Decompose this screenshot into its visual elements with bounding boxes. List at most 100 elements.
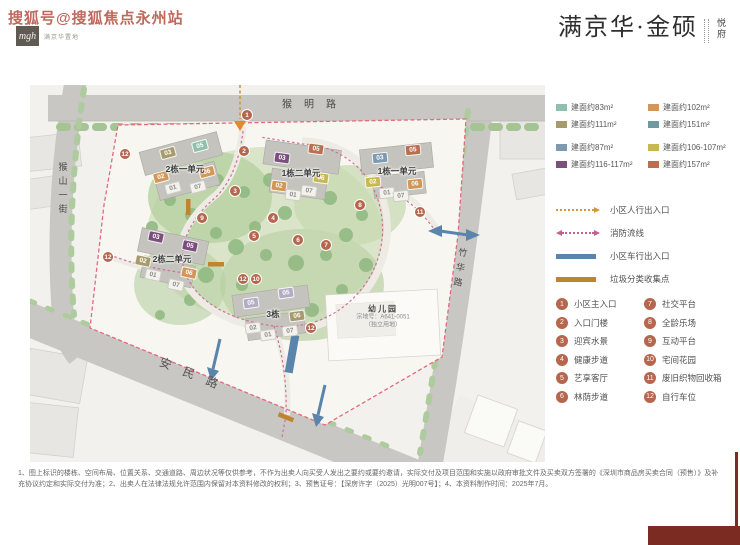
area-legend-label: 建面约111m²: [571, 119, 617, 130]
poi-item: 10 宅间花园: [644, 354, 738, 366]
route-legend-item: 垃圾分类收集点: [556, 274, 738, 284]
map-marker: 8: [354, 199, 366, 211]
unit-chip: 02: [364, 176, 381, 189]
area-legend-item: 建面约157m²: [648, 160, 738, 169]
route-legend-label: 垃圾分类收集点: [610, 273, 670, 285]
poi-item: 8全龄乐场: [644, 317, 738, 329]
route-symbol-icon: [556, 230, 600, 236]
poi-number-badge: 2: [556, 317, 568, 329]
unit-chip: 03: [159, 146, 177, 161]
map-marker: 6: [292, 234, 304, 246]
area-legend-item: 建面约102m²: [648, 103, 738, 112]
building-label: 2栋二单元: [153, 253, 192, 265]
route-legend-label: 小区人行出入口: [610, 204, 670, 216]
area-swatch-icon: [648, 104, 659, 111]
route-legend: 小区人行出入口消防流线小区车行出入口垃圾分类收集点: [556, 205, 738, 284]
unit-chip: 05: [307, 142, 324, 155]
poi-item: 2 入口门楼: [556, 317, 644, 329]
unit-chip: 01: [284, 188, 301, 201]
kindergarten-name: 幼儿园: [356, 304, 409, 315]
poi-label: 宅间花园: [662, 354, 696, 366]
poi-item: 4健康步道: [556, 354, 644, 366]
poi-label: 自行车位: [662, 391, 696, 403]
unit-chip: 03: [371, 152, 388, 165]
unit-chip: 05: [181, 239, 199, 253]
corner-accent-line: [735, 452, 738, 526]
unit-chip: 07: [281, 324, 298, 337]
road-label-south: 安民路: [157, 353, 233, 397]
poi-label: 入口门楼: [574, 317, 608, 329]
project-subtitle: 悦府: [715, 18, 728, 40]
route-legend-label: 小区车行出入口: [610, 250, 670, 262]
arrow-right-icon: [594, 207, 600, 213]
poi-number-badge: 8: [644, 317, 656, 329]
unit-chip: 05: [242, 296, 259, 309]
area-legend-item: 建面约87m²: [556, 143, 648, 152]
poi-number-badge: 12: [644, 391, 656, 403]
watermark: 搜狐号@搜狐焦点永州站: [8, 7, 184, 28]
unit-chip: 02: [134, 254, 152, 268]
poi-item: 12 自行车位: [644, 391, 738, 403]
map-marker: 12: [119, 148, 131, 160]
map-overlay: 猴明路 猴山一街 竹华路 安民路 幼儿园 宗地号：A641-0051 （独立用地…: [30, 85, 545, 462]
building-label: 1栋二单元: [282, 167, 321, 179]
unit-chip: 01: [164, 181, 182, 196]
poi-item: 6 林荫步道: [556, 391, 644, 403]
area-legend-item: 建面约116-117m²: [556, 160, 648, 169]
poi-number-badge: 6: [556, 391, 568, 403]
poi-label: 艺享客厅: [574, 372, 608, 384]
unit-chip: 06: [406, 178, 423, 191]
unit-chip: 07: [300, 184, 317, 197]
area-legend-item: 建面约83m²: [556, 103, 648, 112]
poi-item: 5 艺享客厅: [556, 372, 644, 384]
poi-label: 林荫步道: [574, 391, 608, 403]
area-legend-label: 建面约151m²: [663, 119, 710, 130]
unit-chip: 01: [144, 268, 162, 282]
poi-label: 健康步道: [574, 354, 608, 366]
map-marker: 12: [305, 322, 317, 334]
route-symbol-icon: [556, 207, 600, 213]
road-label-west: 猴山一街: [57, 162, 70, 218]
map-marker: 10: [250, 273, 262, 285]
area-swatch-icon: [556, 121, 567, 128]
map-marker: 4: [267, 212, 279, 224]
seal-line: [704, 19, 705, 43]
road-label-east: 竹华路: [450, 247, 470, 293]
poi-item: 11废旧织物回收箱: [644, 372, 738, 384]
route-legend-item: 小区人行出入口: [556, 205, 738, 215]
area-legend-label: 建面约102m²: [663, 102, 710, 113]
poi-item: 3迎宾水景: [556, 335, 644, 347]
poi-item: 9互动平台: [644, 335, 738, 347]
route-symbol-icon: [556, 277, 600, 282]
map-marker: 9: [196, 212, 208, 224]
building-label: 3栋: [266, 308, 279, 320]
unit-chip: 01: [259, 328, 276, 341]
poi-label: 社交平台: [662, 298, 696, 310]
poi-item: 1小区主入口: [556, 298, 644, 310]
route-legend-item: 消防流线: [556, 228, 738, 238]
kindergarten-label: 幼儿园 宗地号：A641-0051 （独立用地）: [356, 304, 409, 331]
map-marker: 12: [237, 273, 249, 285]
area-legend-group-2: 建面约87m²建面约106-107m²建面约116-117m²建面约157m²: [556, 143, 738, 169]
area-legend-item: 建面约151m²: [648, 120, 738, 129]
site-plan-map: 猴明路 猴山一街 竹华路 安民路 幼儿园 宗地号：A641-0051 （独立用地…: [30, 85, 545, 462]
project-brand: 满京华·金硕 悦府: [558, 14, 728, 43]
route-symbol-icon: [556, 254, 600, 259]
legend-panel: 建面约83m²建面约102m²建面约111m²建面约151m² 建面约87m²建…: [556, 103, 738, 403]
poi-number-badge: 5: [556, 372, 568, 384]
poi-number-badge: 10: [644, 354, 656, 366]
route-legend-item: 小区车行出入口: [556, 251, 738, 261]
unit-chip: 05: [404, 144, 421, 157]
poi-number-badge: 11: [644, 372, 656, 384]
seal-line: [708, 19, 709, 43]
unit-chip: 06: [288, 309, 305, 322]
poi-label: 小区主入口: [574, 298, 617, 310]
map-marker: 11: [414, 206, 426, 218]
kindergarten-plot: 宗地号：A641-0051: [356, 315, 409, 323]
area-swatch-icon: [648, 161, 659, 168]
arrow-right-icon: [594, 230, 600, 236]
poi-number-badge: 9: [644, 335, 656, 347]
area-swatch-icon: [648, 121, 659, 128]
unit-chip: 07: [189, 180, 207, 195]
unit-chip: 03: [147, 230, 165, 244]
